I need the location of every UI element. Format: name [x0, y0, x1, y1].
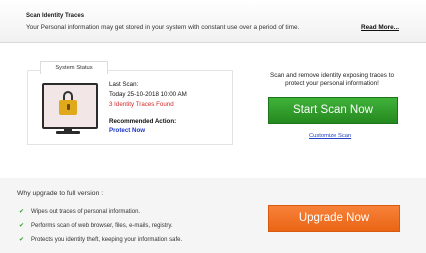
read-more-link[interactable]: Read More... — [361, 24, 399, 31]
feature-item: ✔ Performs scan of web browser, files, e-… — [19, 222, 173, 229]
cta-line-2: protect your personal information! — [285, 80, 379, 87]
monitor-base-icon — [56, 131, 80, 134]
feature-text: Protects you identity theft, keeping you… — [31, 237, 183, 243]
cta-line-1: Scan and remove identity exposing traces… — [270, 72, 394, 79]
start-scan-button[interactable]: Start Scan Now — [268, 97, 398, 124]
check-icon: ✔ — [19, 237, 25, 243]
upgrade-now-button[interactable]: Upgrade Now — [268, 205, 400, 232]
page-subtitle: Your Personal information may get stored… — [26, 24, 300, 31]
cta-description: Scan and remove identity exposing traces… — [255, 72, 409, 88]
system-status-tab: System Status — [40, 61, 108, 74]
feature-text: Performs scan of web browser, files, e-m… — [31, 223, 173, 229]
header-bar: Scan Identity Traces Your Personal infor… — [0, 0, 426, 43]
feature-text: Wipes out traces of personal information… — [31, 209, 141, 215]
feature-item: ✔ Wipes out traces of personal informatio… — [19, 208, 140, 215]
check-icon: ✔ — [19, 223, 25, 229]
feature-item: ✔ Protects you identity theft, keeping yo… — [19, 236, 182, 243]
page-title: Scan Identity Traces — [26, 13, 85, 19]
last-scan-label: Last Scan: — [109, 81, 139, 88]
recommended-action-value: Protect Now — [109, 127, 146, 134]
customize-scan-link[interactable]: Customize Scan — [309, 133, 351, 139]
traces-found-text: 3 Identity Traces Found — [109, 101, 174, 108]
last-scan-value: Today 25-10-2018 10:00 AM — [109, 91, 187, 98]
upgrade-title: Why upgrade to full version : — [17, 190, 104, 197]
keyhole-icon — [67, 104, 70, 110]
check-icon: ✔ — [19, 209, 25, 215]
recommended-action-label: Recommended Action: — [109, 118, 177, 125]
